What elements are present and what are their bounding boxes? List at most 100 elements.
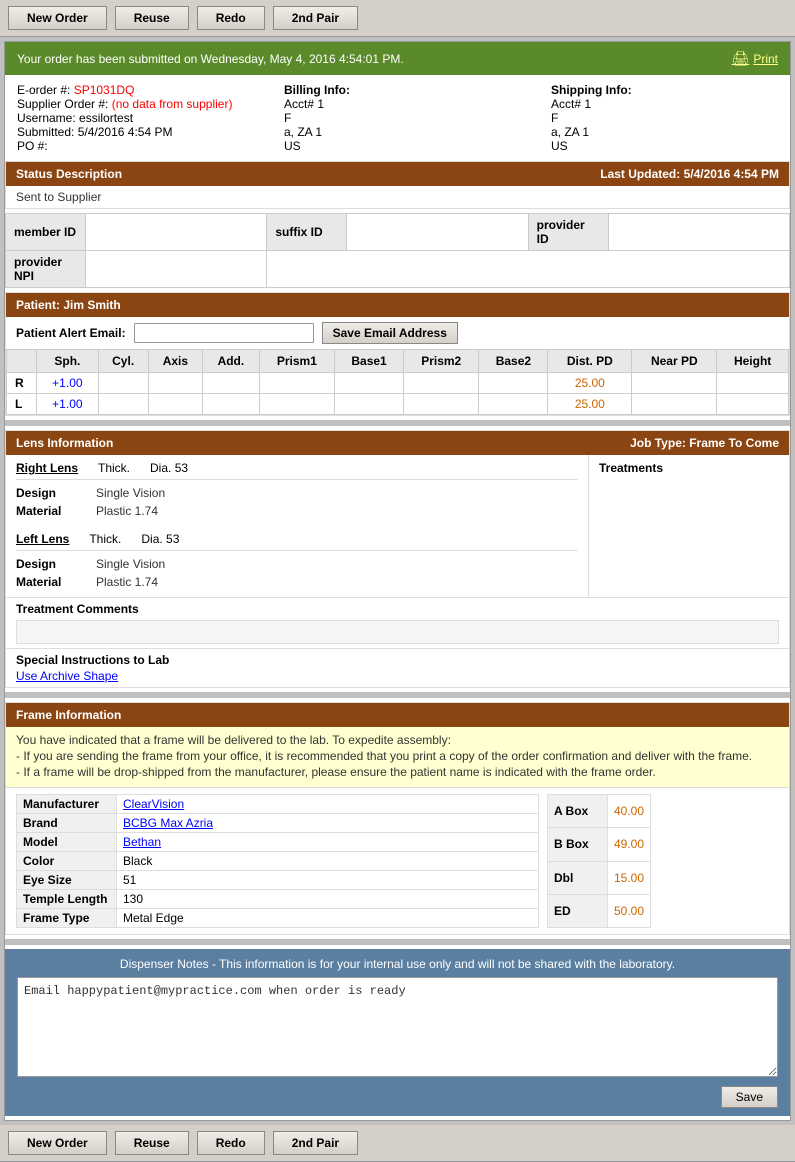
b-box-label: B Box — [547, 828, 607, 861]
reuse-button-top[interactable]: Reuse — [115, 6, 189, 30]
frame-image-placeholder — [659, 794, 779, 928]
lens-left-col: Right Lens Thick. Dia. 53 Design Single … — [6, 455, 589, 597]
username-row: Username: essilortest — [17, 111, 244, 125]
print-link[interactable]: 🖨 Print — [732, 50, 778, 67]
frame-type-value: Metal Edge — [117, 909, 539, 928]
provider-npi-value[interactable] — [86, 251, 267, 288]
main-content: Your order has been submitted on Wednesd… — [4, 41, 791, 1121]
manufacturer-row: Manufacturer ClearVision — [17, 795, 539, 814]
status-header: Status Description Last Updated: 5/4/201… — [6, 162, 789, 186]
billing-label: Billing Info: — [284, 83, 350, 97]
patient-email-input[interactable] — [134, 323, 314, 343]
redo-button-top[interactable]: Redo — [197, 6, 265, 30]
dbl-value: 15.00 — [607, 861, 650, 894]
rx-r-base2 — [479, 373, 548, 394]
username-value: essilortest — [79, 111, 133, 125]
top-toolbar: New Order Reuse Redo 2nd Pair — [0, 0, 795, 37]
dispenser-textarea[interactable]: Email happypatient@mypractice.com when o… — [17, 977, 778, 1077]
left-lens-thick: Thick. — [89, 532, 121, 546]
left-material-label: Material — [16, 575, 76, 589]
model-label: Model — [17, 833, 117, 852]
status-last-updated: Last Updated: 5/4/2016 4:54 PM — [600, 167, 779, 181]
provider-id-input[interactable] — [617, 225, 781, 239]
provider-npi-input[interactable] — [94, 262, 258, 276]
rx-eye-l: L — [7, 394, 37, 415]
lens-right-col: Treatments — [589, 455, 789, 597]
second-pair-button-top[interactable]: 2nd Pair — [273, 6, 358, 30]
temple-row: Temple Length 130 — [17, 890, 539, 909]
eye-size-value: 51 — [117, 871, 539, 890]
left-design-label: Design — [16, 557, 76, 571]
rx-l-sph: +1.00 — [37, 394, 99, 415]
patient-email-row: Patient Alert Email: Save Email Address — [6, 317, 789, 349]
rx-col-prism2: Prism2 — [403, 350, 478, 373]
rx-l-base2 — [479, 394, 548, 415]
rx-l-base1 — [335, 394, 404, 415]
color-label: Color — [17, 852, 117, 871]
rx-l-near-pd — [632, 394, 717, 415]
frame-type-label: Frame Type — [17, 909, 117, 928]
rx-table: Sph. Cyl. Axis Add. Prism1 Base1 Prism2 … — [6, 349, 789, 415]
suffix-id-input[interactable] — [355, 225, 519, 239]
dispenser-save-button[interactable]: Save — [721, 1086, 778, 1108]
dbl-label: Dbl — [547, 861, 607, 894]
rx-col-sph: Sph. — [37, 350, 99, 373]
a-box-value: 40.00 — [607, 795, 650, 828]
status-header-label: Status Description — [16, 167, 122, 181]
special-instructions-label: Special Instructions to Lab — [16, 653, 779, 667]
a-box-row: A Box 40.00 — [547, 795, 650, 828]
right-lens-thick: Thick. — [98, 461, 130, 475]
brand-value[interactable]: BCBG Max Azria — [117, 814, 539, 833]
ids-table: member ID suffix ID provider ID provider… — [5, 213, 790, 288]
manufacturer-value[interactable]: ClearVision — [117, 795, 539, 814]
rx-col-height: Height — [717, 350, 789, 373]
provider-id-label: provider ID — [528, 214, 608, 251]
member-id-input[interactable] — [94, 225, 258, 239]
submitted-value: 5/4/2016 4:54 PM — [78, 125, 173, 139]
rx-l-add — [203, 394, 259, 415]
lens-content: Right Lens Thick. Dia. 53 Design Single … — [6, 455, 789, 597]
eorder-value[interactable]: SP1031DQ — [74, 83, 135, 97]
rx-r-sph: +1.00 — [37, 373, 99, 394]
submitted-row: Submitted: 5/4/2016 4:54 PM — [17, 125, 244, 139]
dispenser-save-row: Save — [17, 1086, 778, 1108]
lens-job-type: Job Type: Frame To Come — [630, 436, 779, 450]
left-design-value: Single Vision — [96, 557, 165, 571]
left-lens-dia: Dia. 53 — [141, 532, 179, 546]
archive-shape-link[interactable]: Use Archive Shape — [16, 669, 118, 683]
rx-r-axis — [148, 373, 203, 394]
shipping-us: US — [551, 139, 778, 153]
rx-row-left: L +1.00 25.00 — [7, 394, 789, 415]
po-label: PO #: — [17, 139, 48, 153]
order-info: E-order #: SP1031DQ Supplier Order #: (n… — [5, 75, 790, 161]
right-material-label: Material — [16, 504, 76, 518]
model-value[interactable]: Bethan — [117, 833, 539, 852]
status-section: Status Description Last Updated: 5/4/201… — [5, 161, 790, 209]
rx-col-near-pd: Near PD — [632, 350, 717, 373]
brand-row: Brand BCBG Max Azria — [17, 814, 539, 833]
provider-npi-label: provider NPI — [6, 251, 86, 288]
member-id-value[interactable] — [86, 214, 267, 251]
model-row: Model Bethan — [17, 833, 539, 852]
last-updated-label: Last Updated: — [600, 167, 680, 181]
suffix-id-value[interactable] — [347, 214, 528, 251]
save-email-button[interactable]: Save Email Address — [322, 322, 458, 344]
eye-size-label: Eye Size — [17, 871, 117, 890]
treatment-comments-section: Treatment Comments — [6, 597, 789, 648]
print-label: Print — [753, 52, 778, 66]
supplier-value: (no data from supplier) — [112, 97, 233, 111]
new-order-button-top[interactable]: New Order — [8, 6, 107, 30]
order-info-left: E-order #: SP1031DQ Supplier Order #: (n… — [17, 83, 244, 153]
po-row: PO #: — [17, 139, 244, 153]
shipping-label: Shipping Info: — [551, 83, 632, 97]
color-row: Color Black — [17, 852, 539, 871]
supplier-label: Supplier Order #: — [17, 97, 108, 111]
provider-id-value[interactable] — [608, 214, 789, 251]
temple-label: Temple Length — [17, 890, 117, 909]
rx-col-eye — [7, 350, 37, 373]
rx-l-height — [717, 394, 789, 415]
rx-col-axis: Axis — [148, 350, 203, 373]
bottom-toolbar: New Order Reuse Redo 2nd Pair — [0, 1125, 795, 1162]
patient-header: Patient: Jim Smith — [6, 293, 789, 317]
right-design-value: Single Vision — [96, 486, 165, 500]
